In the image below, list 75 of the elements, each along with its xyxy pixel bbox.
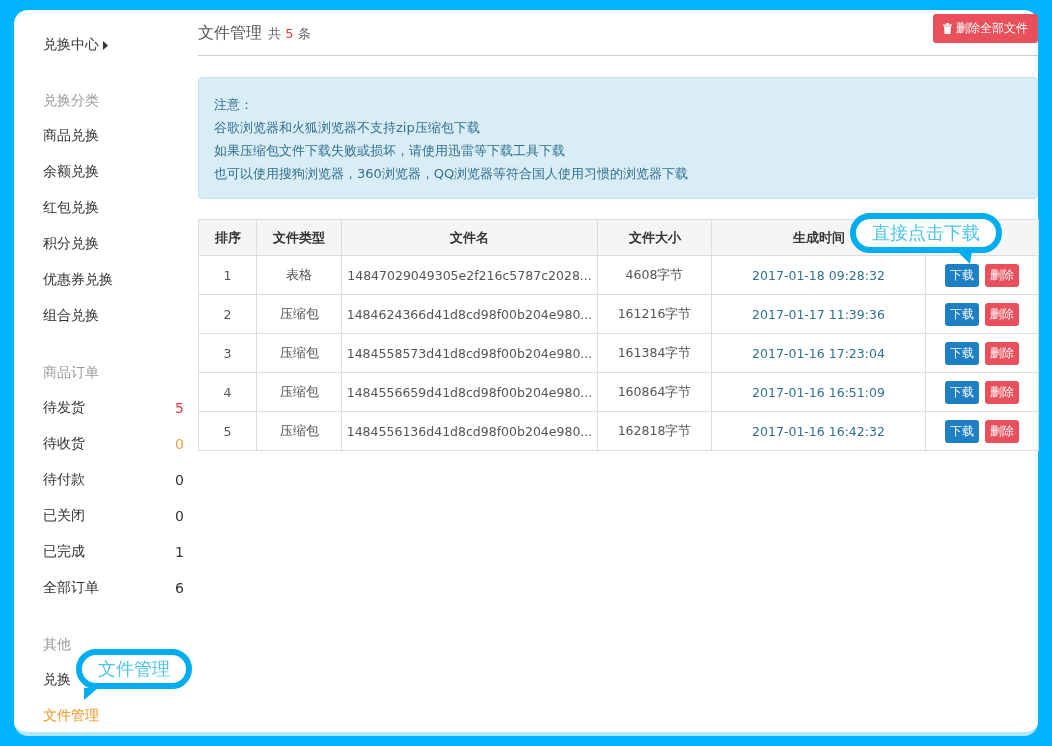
table-cell: 2017-01-17 11:39:36 [711, 294, 926, 334]
sidebar-item[interactable]: 优惠券兑换 [43, 271, 113, 289]
download-button[interactable]: 下载 [945, 263, 979, 287]
table-cell: 14847029049305e2f216c5787c2028... [341, 255, 598, 295]
count: 0 [175, 472, 184, 488]
download-button[interactable]: 下载 [945, 419, 979, 443]
exchange-center-link[interactable]: 兑换中心 [43, 26, 108, 64]
group-title: 兑换分类 [43, 91, 100, 110]
column-header: 文件类型 [256, 219, 342, 256]
table-cell: 2017-01-18 09:28:32 [711, 255, 926, 295]
table-cell: 161216字节 [597, 294, 712, 334]
table-cell: 162818字节 [597, 411, 712, 451]
table-cell: 1484558573d41d8cd98f00b204e980... [341, 333, 598, 373]
table-cell: 1484624366d41d8cd98f00b204e980... [341, 294, 598, 334]
table-cell: 1 [198, 255, 257, 295]
table-cell: 2017-01-16 17:23:04 [711, 333, 926, 373]
table-cell: 1484556659d41d8cd98f00b204e980... [341, 372, 598, 412]
delete-button[interactable]: 删除 [985, 263, 1019, 287]
notice-text: 如果压缩包文件下载失败或损坏，请使用迅雷等下载工具下载 [214, 142, 565, 160]
sidebar-item[interactable]: 已关闭 [43, 507, 85, 525]
table-cell: 2017-01-16 16:51:09 [711, 372, 926, 412]
sidebar-item[interactable]: 待付款 [43, 471, 85, 489]
sidebar-item[interactable]: 商品兑换 [43, 127, 99, 145]
delete-button[interactable]: 删除 [985, 419, 1019, 443]
callout-pointer [84, 688, 98, 700]
count: 6 [175, 580, 184, 596]
sidebar-item[interactable]: 全部订单 [43, 579, 99, 597]
count: 5 [175, 400, 184, 416]
table-cell: 4 [198, 372, 257, 412]
sidebar-item[interactable]: 组合兑换 [43, 307, 99, 325]
notice-text: 注意： [214, 96, 253, 114]
table-cell: 压缩包 [256, 333, 342, 373]
page-title: 文件管理 [198, 22, 262, 42]
delete-button[interactable]: 删除 [985, 341, 1019, 365]
delete-button[interactable]: 删除 [985, 380, 1019, 404]
sidebar-item[interactable]: 红包兑换 [43, 199, 99, 217]
delete-all-button[interactable]: 删除全部文件 [933, 13, 1038, 43]
table-cell: 4608字节 [597, 255, 712, 295]
sidebar-item[interactable]: 待收货 [43, 435, 85, 453]
table-cell: 2 [198, 294, 257, 334]
table-cell: 3 [198, 333, 257, 373]
table-cell: 压缩包 [256, 411, 342, 451]
column-header: 文件大小 [597, 219, 712, 256]
sidebar-item[interactable]: 待发货 [43, 399, 85, 417]
callout-bubble: 文件管理 [76, 649, 192, 689]
column-header: 文件名 [341, 219, 598, 256]
sidebar-item[interactable]: 兑换 [43, 671, 71, 689]
group-title: 商品订单 [43, 363, 100, 382]
table-cell: 160864字节 [597, 372, 712, 412]
column-header: 排序 [198, 219, 257, 256]
group-title: 其他 [43, 635, 72, 654]
callout-bubble: 直接点击下载 [850, 213, 1002, 253]
download-button[interactable]: 下载 [945, 302, 979, 326]
callout-pointer [958, 252, 972, 264]
record-count: 共 5 条 [268, 25, 311, 41]
sidebar-item[interactable]: 余额兑换 [43, 163, 99, 181]
table-cell: 2017-01-16 16:42:32 [711, 411, 926, 451]
table-cell: 161384字节 [597, 333, 712, 373]
notice-text: 谷歌浏览器和火狐浏览器不支持zip压缩包下载 [214, 119, 480, 137]
table-cell: 压缩包 [256, 372, 342, 412]
table-cell: 表格 [256, 255, 342, 295]
notice-text: 也可以使用搜狗浏览器，360浏览器，QQ浏览器等符合国人使用习惯的浏览器下载 [214, 165, 689, 183]
download-button[interactable]: 下载 [945, 341, 979, 365]
trash-icon [943, 22, 952, 34]
table-cell: 1484556136d41d8cd98f00b204e980... [341, 411, 598, 451]
count: 0 [175, 436, 184, 452]
delete-button[interactable]: 删除 [985, 302, 1019, 326]
sidebar-item[interactable]: 已完成 [43, 543, 85, 561]
caret-icon [103, 40, 108, 50]
table-cell: 5 [198, 411, 257, 451]
download-button[interactable]: 下载 [945, 380, 979, 404]
table-cell: 压缩包 [256, 294, 342, 334]
count: 1 [175, 544, 184, 560]
sidebar-item[interactable]: 积分兑换 [43, 235, 99, 253]
count: 0 [175, 508, 184, 524]
